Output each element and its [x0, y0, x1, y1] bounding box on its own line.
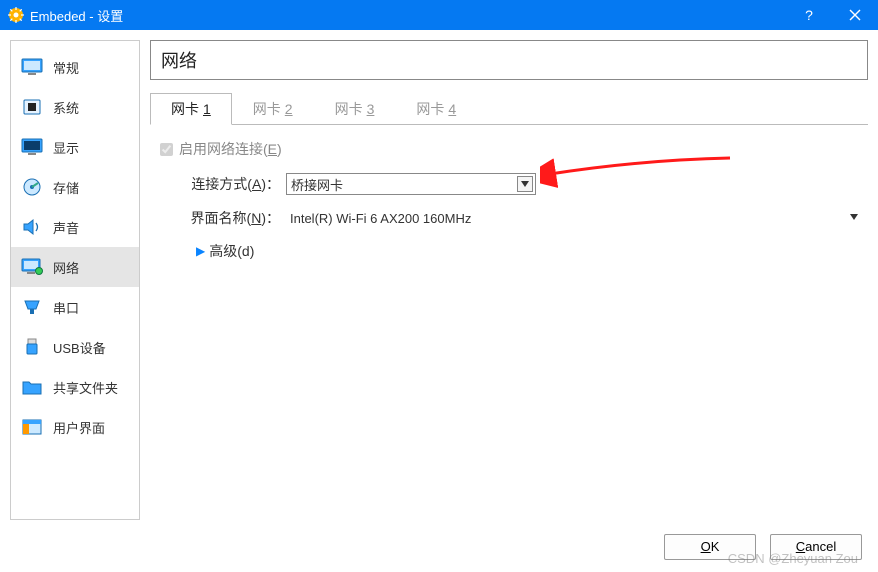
- interface-name-combo[interactable]: Intel(R) Wi-Fi 6 AX200 160MHz: [286, 207, 864, 229]
- monitor-icon: [21, 57, 43, 77]
- sidebar-item-ui[interactable]: 用户界面: [11, 407, 139, 447]
- triangle-right-icon: ▶: [196, 244, 205, 258]
- sidebar-item-shared[interactable]: 共享文件夹: [11, 367, 139, 407]
- sidebar-item-general[interactable]: 常规: [11, 47, 139, 87]
- sidebar-item-label: USB设备: [53, 338, 106, 357]
- tab-adapter-1[interactable]: 网卡1: [150, 93, 232, 125]
- sidebar-item-label: 声音: [53, 218, 79, 237]
- sidebar-item-audio[interactable]: 声音: [11, 207, 139, 247]
- ok-button[interactable]: OK: [664, 534, 756, 560]
- titlebar: Embeded - 设置 ?: [0, 0, 878, 30]
- cancel-button[interactable]: Cancel: [770, 534, 862, 560]
- iface-row: 界面名称(N)： Intel(R) Wi-Fi 6 AX200 160MHz: [156, 207, 868, 229]
- attach-mode-value: 桥接网卡: [291, 175, 343, 194]
- sidebar-item-label: 常规: [53, 58, 79, 77]
- tab-adapter-3[interactable]: 网卡3: [314, 93, 396, 125]
- page-title: 网络: [161, 51, 197, 71]
- enable-network-row: 启用网络连接(E): [156, 139, 868, 159]
- enable-network-label: 启用网络连接(E): [179, 139, 282, 159]
- sidebar-item-network[interactable]: 网络: [11, 247, 139, 287]
- attach-label: 连接方式(A)：: [176, 174, 286, 194]
- sidebar-item-label: 存储: [53, 178, 79, 197]
- advanced-label: 高级(d): [209, 241, 254, 261]
- tabs: 网卡1 网卡2 网卡3 网卡4: [150, 92, 868, 125]
- footer: OK Cancel: [664, 534, 862, 560]
- close-button[interactable]: [832, 0, 878, 30]
- folder-icon: [21, 377, 43, 397]
- iface-label: 界面名称(N)：: [176, 208, 286, 228]
- chip-icon: [21, 97, 43, 117]
- sidebar-item-storage[interactable]: 存储: [11, 167, 139, 207]
- sidebar-item-label: 网络: [53, 258, 79, 277]
- usb-icon: [21, 337, 43, 357]
- sidebar-item-label: 系统: [53, 98, 79, 117]
- sidebar-item-serial[interactable]: 串口: [11, 287, 139, 327]
- tab-adapter-2[interactable]: 网卡2: [232, 93, 314, 125]
- sidebar-item-label: 显示: [53, 138, 79, 157]
- window-title: Embeded - 设置: [30, 6, 786, 25]
- attach-mode-combo[interactable]: 桥接网卡: [286, 173, 536, 195]
- main-panel: 网络 网卡1 网卡2 网卡3 网卡4 启用网络连接(E) 连接方式(A)： 桥接…: [150, 40, 868, 520]
- tab-adapter-4[interactable]: 网卡4: [395, 93, 477, 125]
- speaker-icon: [21, 217, 43, 237]
- attach-row: 连接方式(A)： 桥接网卡: [156, 173, 868, 195]
- sidebar-item-system[interactable]: 系统: [11, 87, 139, 127]
- sidebar-item-label: 用户界面: [53, 418, 105, 437]
- display-icon: [21, 137, 43, 157]
- help-button[interactable]: ?: [786, 0, 832, 30]
- disk-icon: [21, 177, 43, 197]
- sidebar: 常规 系统 显示 存储 声音 网络 串口 USB设备: [10, 40, 140, 520]
- sidebar-item-label: 串口: [53, 298, 79, 317]
- network-icon: [21, 257, 43, 277]
- chevron-down-icon: [517, 176, 533, 192]
- app-gear-icon: [8, 7, 24, 23]
- sidebar-item-label: 共享文件夹: [53, 378, 118, 397]
- enable-network-checkbox[interactable]: [160, 143, 173, 156]
- chevron-down-icon: [846, 209, 862, 225]
- interface-name-value: Intel(R) Wi-Fi 6 AX200 160MHz: [290, 211, 471, 226]
- sidebar-item-usb[interactable]: USB设备: [11, 327, 139, 367]
- page-title-box: 网络: [150, 40, 868, 80]
- sidebar-item-display[interactable]: 显示: [11, 127, 139, 167]
- layout-icon: [21, 417, 43, 437]
- advanced-toggle[interactable]: ▶ 高级(d): [156, 241, 868, 261]
- serial-icon: [21, 297, 43, 317]
